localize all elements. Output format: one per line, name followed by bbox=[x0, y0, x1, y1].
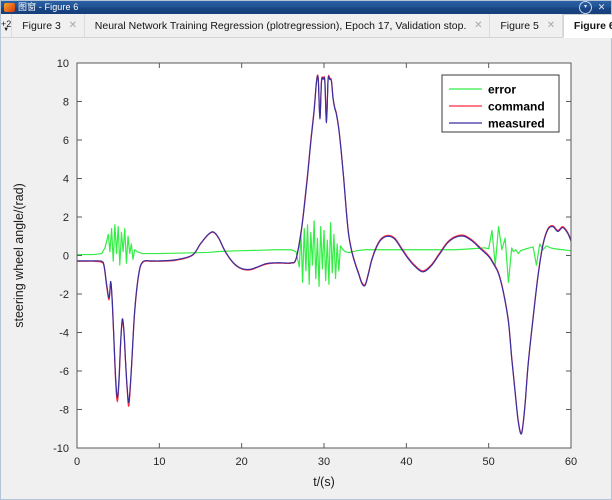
chevron-down-icon: ▼ bbox=[3, 26, 10, 33]
legend-label-command: command bbox=[488, 100, 545, 114]
y-tick-label: 2 bbox=[63, 212, 69, 224]
tab-figure-3[interactable]: Figure 3 ✕ bbox=[12, 14, 85, 37]
legend-label-error: error bbox=[488, 83, 516, 97]
minimize-icon[interactable]: ▾ bbox=[579, 1, 592, 14]
window-controls: ▾ ✕ bbox=[579, 1, 607, 14]
tab-strip: +2 ▼ Figure 3 ✕ Neural Network Training … bbox=[1, 14, 612, 38]
plot-area: 0 10 20 30 40 50 60 -10 -8 -6 -4 -2 0 2 4 6 8 10 t/(s) ste… bbox=[1, 38, 611, 499]
window-title: 图窗 - Figure 6 bbox=[18, 2, 79, 12]
x-tick-label: 10 bbox=[153, 456, 165, 468]
x-tick-label: 30 bbox=[318, 456, 330, 468]
x-tick-label: 40 bbox=[400, 456, 412, 468]
y-tick-label: -10 bbox=[53, 443, 69, 455]
close-icon[interactable]: ✕ bbox=[546, 20, 556, 31]
chart-legend: error command measured bbox=[441, 74, 560, 133]
figure-window: 图窗 - Figure 6 ▾ ✕ +2 ▼ Figure 3 ✕ Neural… bbox=[0, 0, 612, 500]
x-tick-label: 50 bbox=[483, 456, 495, 468]
y-tick-label: 0 bbox=[63, 251, 69, 263]
y-tick-label: 8 bbox=[63, 97, 69, 109]
tab-neural-network-training-regression[interactable]: Neural Network Training Regression (plot… bbox=[84, 14, 491, 37]
tab-figure-5[interactable]: Figure 5 ✕ bbox=[490, 14, 563, 37]
tab-overflow-button[interactable]: +2 ▼ bbox=[1, 14, 13, 37]
y-tick-label: -8 bbox=[59, 405, 69, 417]
figure-canvas: 0 10 20 30 40 50 60 -10 -8 -6 -4 -2 0 2 4 6 8 10 t/(s) ste… bbox=[1, 38, 611, 499]
x-tick-label: 0 bbox=[74, 456, 80, 468]
legend-label-measured: measured bbox=[488, 117, 545, 131]
tab-label: Neural Network Training Regression (plot… bbox=[94, 19, 467, 32]
tab-label: Figure 6 bbox=[573, 20, 612, 32]
x-tick-label: 60 bbox=[565, 456, 577, 468]
tab-label: Figure 3 bbox=[22, 19, 61, 32]
y-tick-label: 6 bbox=[63, 135, 69, 147]
close-icon[interactable]: ✕ bbox=[473, 20, 483, 31]
y-tick-label: -4 bbox=[59, 328, 69, 340]
close-icon[interactable]: ✕ bbox=[596, 2, 607, 13]
x-axis-label: t/(s) bbox=[313, 475, 335, 489]
line-chart: 0 10 20 30 40 50 60 -10 -8 -6 -4 -2 0 2 4 6 8 10 t/(s) ste… bbox=[1, 38, 611, 499]
title-bar: 图窗 - Figure 6 ▾ ✕ bbox=[1, 1, 611, 14]
tab-figure-6[interactable]: Figure 6 ✕ bbox=[562, 14, 612, 38]
close-icon[interactable]: ✕ bbox=[68, 20, 78, 31]
y-tick-label: 4 bbox=[63, 174, 69, 186]
x-tick-label: 20 bbox=[236, 456, 248, 468]
y-tick-label: -6 bbox=[59, 366, 69, 378]
y-tick-label: -2 bbox=[59, 289, 69, 301]
matlab-icon bbox=[4, 3, 15, 12]
y-tick-label: 10 bbox=[57, 58, 69, 70]
tab-label: Figure 5 bbox=[500, 19, 539, 32]
y-axis-label: steering wheel angle/(rad) bbox=[12, 183, 26, 328]
